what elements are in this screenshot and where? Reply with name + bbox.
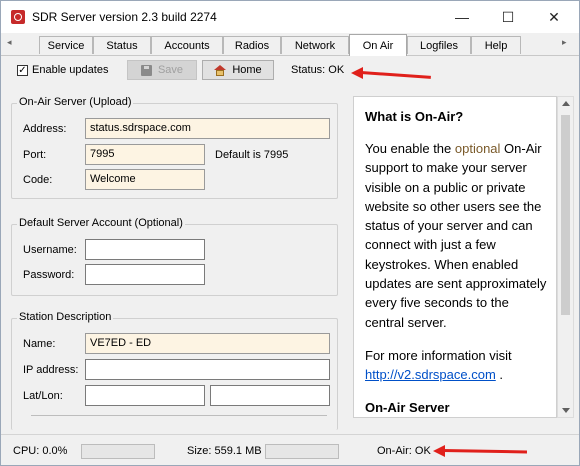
info-paragraph-2-start: For more information visit	[365, 348, 512, 363]
tab-help[interactable]: Help	[471, 36, 521, 54]
latitude-field[interactable]	[85, 385, 205, 406]
default-account-group-title: Default Server Account (Optional)	[17, 217, 185, 229]
code-field[interactable]: Welcome	[85, 169, 205, 190]
default-account-group	[11, 224, 338, 296]
close-button[interactable]: ✕	[531, 1, 577, 33]
title-bar: SDR Server version 2.3 build 2274 — ☐ ✕	[1, 1, 579, 33]
port-field[interactable]: 7995	[85, 144, 205, 165]
username-label: Username:	[23, 244, 77, 256]
scroll-thumb[interactable]	[561, 115, 570, 315]
tab-scroll-left-icon[interactable]: ◂	[7, 37, 12, 48]
save-button[interactable]: Save	[127, 60, 197, 80]
size-bar	[265, 444, 339, 459]
station-name-field[interactable]: VE7ED - ED	[85, 333, 330, 354]
sdrspace-link[interactable]: http://v2.sdrspace.com	[365, 367, 496, 382]
password-field[interactable]	[85, 264, 205, 285]
tab-scroll-right-icon[interactable]: ▸	[562, 37, 567, 48]
longitude-field[interactable]	[210, 385, 330, 406]
tab-radios[interactable]: Radios	[223, 36, 281, 54]
size-text: Size: 559.1 MB	[187, 445, 262, 457]
info-optional-highlight: optional	[454, 141, 501, 156]
enable-updates-label: Enable updates	[32, 64, 109, 76]
address-label: Address:	[23, 123, 67, 135]
tab-status[interactable]: Status	[93, 36, 151, 54]
floppy-disk-icon	[140, 64, 152, 76]
address-field[interactable]: status.sdrspace.com	[85, 118, 330, 139]
enable-updates-checkbox[interactable]: ✓	[17, 65, 28, 76]
tab-network[interactable]: Network	[281, 36, 349, 54]
annotation-arrow-line	[360, 71, 431, 79]
code-label: Code:	[23, 174, 53, 186]
scroll-down-icon[interactable]	[562, 408, 570, 413]
cpu-usage-bar	[81, 444, 155, 459]
info-paragraph-1-start: You enable the	[365, 141, 455, 156]
minimize-button[interactable]: —	[439, 1, 485, 33]
name-label: Name:	[23, 338, 56, 350]
status-text: Status: OK	[291, 64, 345, 76]
home-button-label: Home	[232, 64, 262, 76]
info-paragraph-1: You enable the optional On-Air support t…	[365, 139, 551, 332]
app-window: SDR Server version 2.3 build 2274 — ☐ ✕ …	[0, 0, 580, 466]
onair-server-group-title: On-Air Server (Upload)	[17, 96, 134, 108]
home-button[interactable]: Home	[202, 60, 274, 80]
maximize-button[interactable]: ☐	[485, 1, 531, 33]
onair-status-text: On-Air: OK	[377, 445, 431, 457]
info-heading: What is On-Air?	[365, 109, 464, 124]
username-field[interactable]	[85, 239, 205, 260]
window-title: SDR Server version 2.3 build 2274	[32, 10, 217, 24]
tab-accounts[interactable]: Accounts	[151, 36, 223, 54]
password-label: Password:	[23, 269, 75, 281]
info-heading-2: On-Air Server	[365, 400, 450, 415]
tab-logfiles[interactable]: Logfiles	[407, 36, 471, 54]
home-icon	[214, 64, 227, 76]
info-paragraph-2-end: .	[495, 367, 504, 383]
tab-strip: ◂ Service Status Accounts Radios Network…	[1, 33, 579, 56]
port-label: Port:	[23, 149, 47, 161]
save-button-label: Save	[157, 64, 184, 76]
info-paragraph-1-end: On-Air support to make your server visib…	[365, 141, 547, 330]
tab-service[interactable]: Service	[39, 36, 93, 54]
cpu-usage-text: CPU: 0.0%	[13, 445, 68, 457]
info-panel: What is On-Air? You enable the optional …	[353, 96, 557, 418]
latlon-label: Lat/Lon:	[23, 390, 63, 402]
scroll-up-icon[interactable]	[562, 101, 570, 106]
port-default-hint: Default is 7995	[215, 149, 289, 161]
hidden-row-edge	[31, 415, 327, 420]
info-scrollbar[interactable]	[557, 96, 574, 418]
station-description-group-title: Station Description	[17, 311, 114, 323]
info-paragraph-2: For more information visit http://v2.sdr…	[365, 346, 551, 385]
ip-address-label: IP address:	[23, 364, 79, 376]
app-logo-icon	[11, 10, 25, 24]
tab-on-air[interactable]: On Air	[349, 34, 407, 56]
ip-address-field[interactable]	[85, 359, 330, 380]
